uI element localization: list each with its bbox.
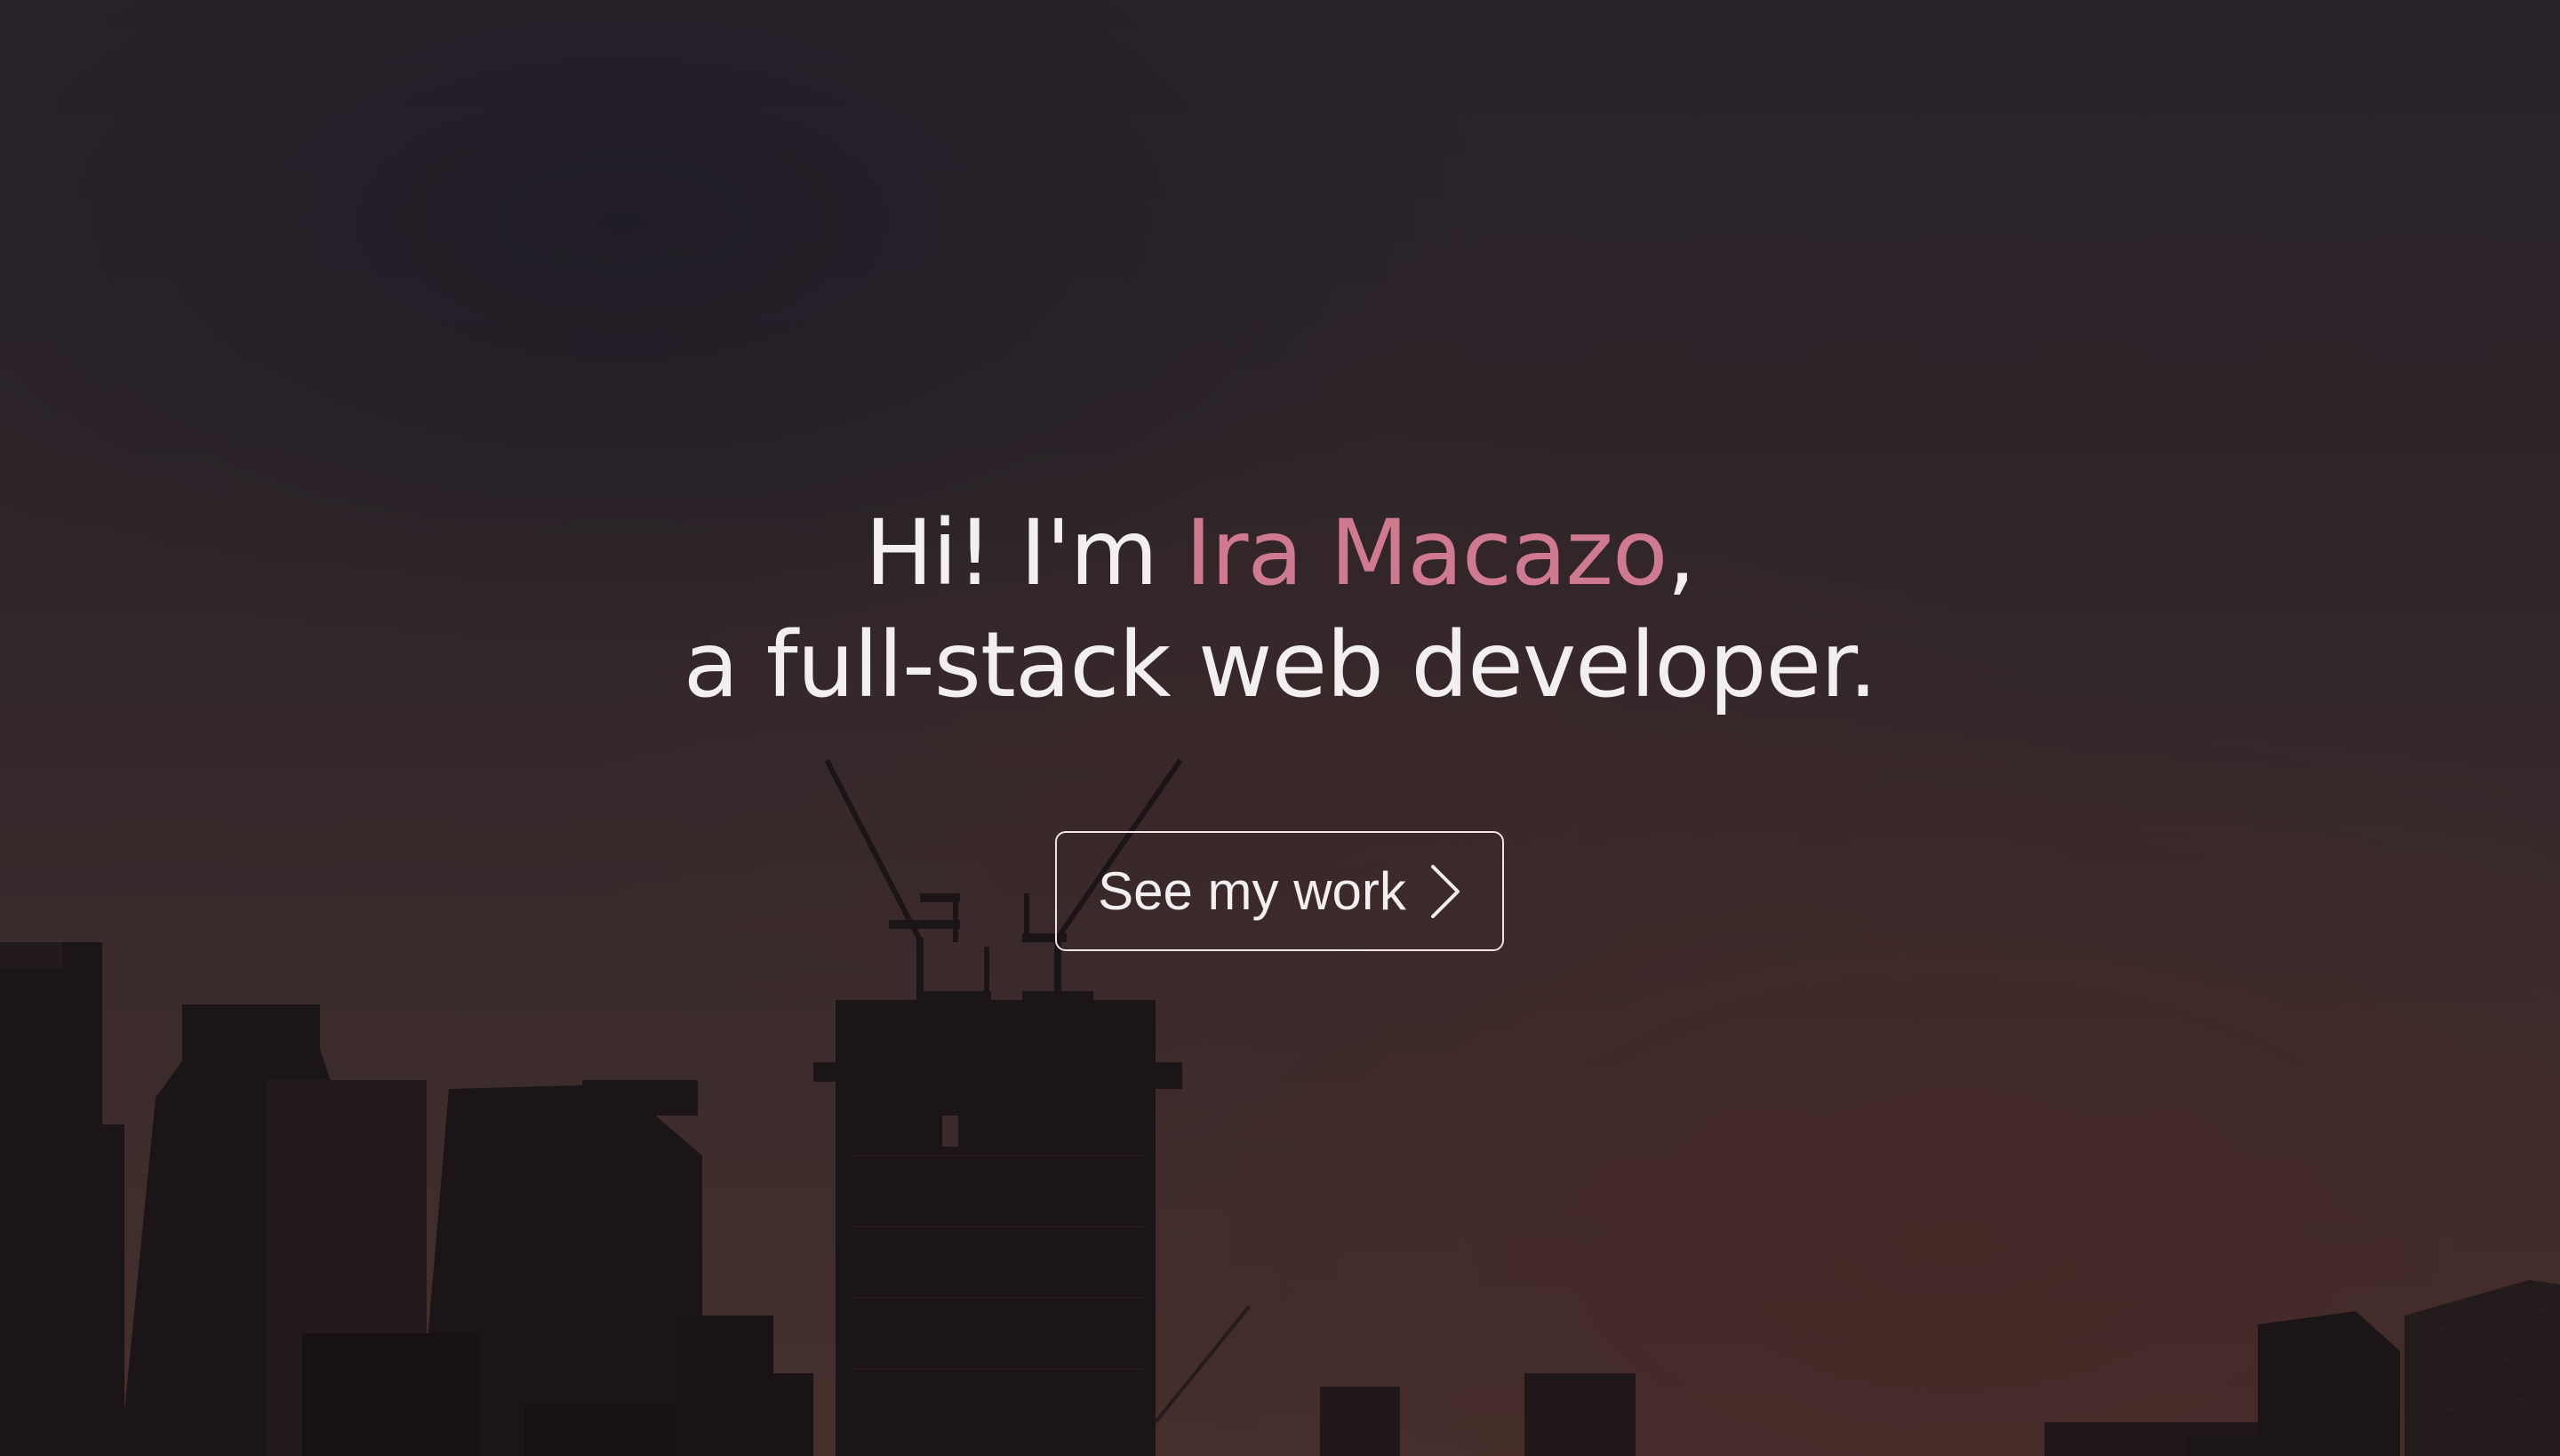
tagline-text: a full-stack web developer.: [683, 612, 1877, 718]
chevron-right-icon: [1430, 864, 1460, 918]
hero-headline: Hi! I'm Ira Macazo, a full-stack web dev…: [0, 498, 2560, 722]
comma-text: ,: [1667, 500, 1695, 606]
hero-section: Hi! I'm Ira Macazo, a full-stack web dev…: [0, 0, 2560, 1456]
headline-line-1: Hi! I'm Ira Macazo,: [0, 498, 2560, 610]
developer-name: Ira Macazo: [1185, 500, 1668, 606]
greeting-text: Hi! I'm: [865, 500, 1186, 606]
see-my-work-button[interactable]: See my work: [1055, 831, 1504, 951]
see-my-work-label: See my work: [1098, 861, 1406, 921]
city-skyline-background: [0, 758, 2560, 1456]
